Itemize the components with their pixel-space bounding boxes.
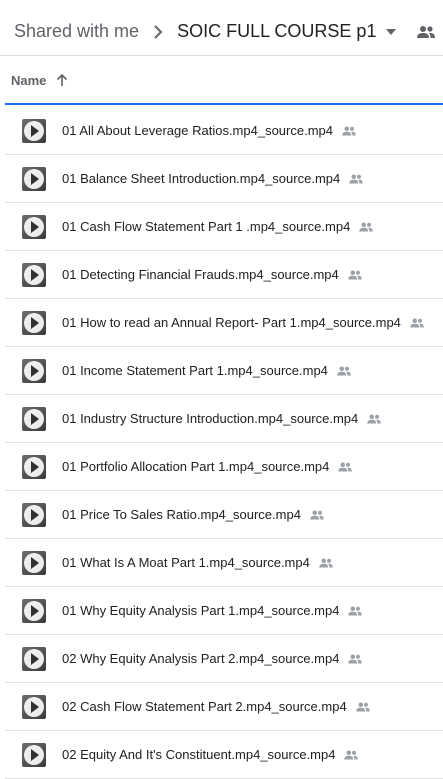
breadcrumb-shared-with-me[interactable]: Shared with me	[14, 21, 139, 42]
file-row[interactable]: 02 Equity And It's Constituent.mp4_sourc…	[5, 731, 443, 779]
video-play-icon	[22, 598, 46, 623]
folder-title: SOIC FULL COURSE p1	[177, 21, 377, 41]
people-icon	[310, 510, 324, 519]
people-icon	[348, 606, 363, 615]
video-play-icon	[22, 262, 46, 287]
people-icon	[338, 462, 353, 471]
file-row[interactable]: 01 Industry Structure Introduction.mp4_s…	[5, 395, 443, 443]
file-list: 01 All About Leverage Ratios.mp4_source.…	[5, 107, 443, 779]
file-row[interactable]: 01 Detecting Financial Frauds.mp4_source…	[5, 251, 443, 299]
file-row[interactable]: 02 Why Equity Analysis Part 2.mp4_source…	[5, 635, 443, 683]
file-row[interactable]: 01 Balance Sheet Introduction.mp4_source…	[5, 155, 443, 203]
file-name: 01 Industry Structure Introduction.mp4_s…	[62, 411, 359, 426]
column-name-label: Name	[11, 72, 47, 88]
file-name: 01 Balance Sheet Introduction.mp4_source…	[62, 171, 341, 186]
people-icon	[319, 558, 333, 567]
video-play-icon	[22, 406, 46, 431]
column-header-name[interactable]: Name	[5, 57, 443, 105]
video-play-icon	[22, 550, 46, 575]
people-icon	[349, 174, 363, 183]
people-icon	[355, 702, 370, 711]
file-row[interactable]: 01 Income Statement Part 1.mp4_source.mp…	[5, 347, 443, 395]
file-row[interactable]: 01 All About Leverage Ratios.mp4_source.…	[5, 107, 443, 155]
video-play-icon	[22, 694, 46, 719]
file-row[interactable]: 01 What Is A Moat Part 1.mp4_source.mp4	[5, 539, 443, 587]
people-icon	[337, 366, 351, 375]
file-name: 01 All About Leverage Ratios.mp4_source.…	[62, 123, 334, 138]
file-name: 01 How to read an Annual Report- Part 1.…	[62, 315, 401, 330]
video-play-icon	[22, 214, 46, 239]
file-name: 01 Cash Flow Statement Part 1 .mp4_sourc…	[62, 219, 351, 234]
video-play-icon	[22, 646, 46, 671]
video-play-icon	[22, 742, 46, 767]
people-icon	[367, 414, 382, 423]
people-icon	[342, 126, 356, 135]
file-row[interactable]: 01 How to read an Annual Report- Part 1.…	[5, 299, 443, 347]
chevron-right-icon	[153, 24, 163, 40]
video-play-icon	[22, 502, 46, 527]
arrow-up-icon	[57, 73, 68, 86]
people-icon	[410, 318, 424, 327]
file-name: 01 What Is A Moat Part 1.mp4_source.mp4	[62, 555, 310, 570]
top-bar	[0, 0, 443, 8]
people-icon	[359, 222, 374, 231]
file-name: 01 Why Equity Analysis Part 1.mp4_source…	[62, 603, 340, 618]
file-row[interactable]: 01 Cash Flow Statement Part 1 .mp4_sourc…	[5, 203, 443, 251]
file-row[interactable]: 01 Price To Sales Ratio.mp4_source.mp4	[5, 491, 443, 539]
file-name: 01 Detecting Financial Frauds.mp4_source…	[62, 267, 339, 282]
file-row[interactable]: 01 Portfolio Allocation Part 1.mp4_sourc…	[5, 443, 443, 491]
video-play-icon	[22, 118, 46, 143]
file-name: 01 Portfolio Allocation Part 1.mp4_sourc…	[62, 459, 330, 474]
file-row[interactable]: 02 Cash Flow Statement Part 2.mp4_source…	[5, 683, 443, 731]
file-name: 01 Price To Sales Ratio.mp4_source.mp4	[62, 507, 301, 522]
people-icon[interactable]	[416, 24, 436, 40]
people-icon	[348, 654, 363, 663]
breadcrumb-current-folder[interactable]: SOIC FULL COURSE p1	[177, 21, 397, 42]
caret-down-icon	[386, 28, 397, 35]
file-name: 02 Cash Flow Statement Part 2.mp4_source…	[62, 699, 347, 714]
people-icon	[344, 750, 359, 759]
video-play-icon	[22, 166, 46, 191]
video-play-icon	[22, 310, 46, 335]
file-row[interactable]: 01 Why Equity Analysis Part 1.mp4_source…	[5, 587, 443, 635]
people-icon	[348, 270, 362, 279]
file-name: 02 Why Equity Analysis Part 2.mp4_source…	[62, 651, 340, 666]
file-name: 01 Income Statement Part 1.mp4_source.mp…	[62, 363, 328, 378]
file-name: 02 Equity And It's Constituent.mp4_sourc…	[62, 747, 336, 762]
breadcrumb: Shared with me SOIC FULL COURSE p1	[0, 8, 443, 56]
video-play-icon	[22, 358, 46, 383]
video-play-icon	[22, 454, 46, 479]
